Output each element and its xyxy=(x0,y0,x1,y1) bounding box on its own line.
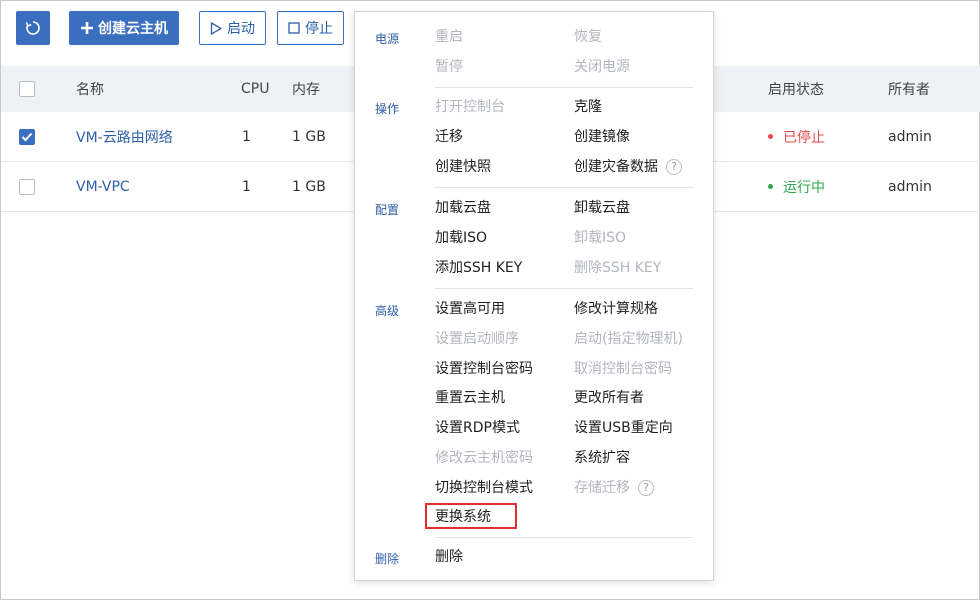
section-label-config: 配置 xyxy=(375,203,400,217)
start-button[interactable]: 启动 xyxy=(199,11,266,45)
menu-divider xyxy=(435,537,693,538)
menu-item-reboot[interactable]: 重启 xyxy=(435,28,463,46)
menu-item-power-off[interactable]: 关闭电源 xyxy=(574,58,630,76)
menu-item-create-image[interactable]: 创建镜像 xyxy=(574,128,630,146)
menu-item-clone[interactable]: 克隆 xyxy=(574,98,602,116)
menu-item-expand-root-volume[interactable]: 系统扩容 xyxy=(574,449,630,467)
menu-item-start-on-host[interactable]: 启动(指定物理机) xyxy=(574,330,683,348)
header-name[interactable]: 名称 xyxy=(76,66,104,112)
refresh-button[interactable] xyxy=(16,11,50,45)
status-badge: 运行中 xyxy=(768,162,825,211)
check-icon xyxy=(21,132,33,141)
menu-item-storage-migration[interactable]: 存储迁移 ? xyxy=(574,479,654,497)
status-dot-icon xyxy=(768,184,773,189)
section-label-delete: 删除 xyxy=(375,552,400,566)
menu-item-pause[interactable]: 暂停 xyxy=(435,58,463,76)
menu-item-create-dr-data-label: 创建灾备数据 xyxy=(574,159,658,175)
vm-name-link[interactable]: VM-云路由网络 xyxy=(76,112,173,161)
vm-memory: 1 GB xyxy=(292,178,326,195)
create-vm-button[interactable]: 创建云主机 xyxy=(69,11,179,45)
menu-item-delete[interactable]: 删除 xyxy=(435,548,463,566)
menu-item-set-ha[interactable]: 设置高可用 xyxy=(435,300,505,318)
menu-item-delete-ssh-key[interactable]: 删除SSH KEY xyxy=(574,259,661,277)
status-dot-icon xyxy=(768,134,773,139)
help-icon[interactable]: ? xyxy=(666,159,682,175)
row-checkbox[interactable] xyxy=(19,178,35,195)
start-label: 启动 xyxy=(227,21,255,37)
menu-item-detach-iso[interactable]: 卸载ISO xyxy=(574,229,626,247)
vm-owner: admin xyxy=(888,178,932,195)
menu-item-set-boot-order[interactable]: 设置启动顺序 xyxy=(435,330,519,348)
vm-cpu: 1 xyxy=(242,128,251,145)
menu-item-add-ssh-key[interactable]: 添加SSH KEY xyxy=(435,259,522,277)
window-frame: 创建云主机 启动 停止 名称 CPU 内存 启用状态 所有者 VM-云路由网络 … xyxy=(0,0,980,600)
vm-cpu: 1 xyxy=(242,178,251,195)
menu-item-create-snapshot[interactable]: 创建快照 xyxy=(435,158,491,176)
section-label-operations: 操作 xyxy=(375,102,400,116)
select-all-checkbox[interactable] xyxy=(19,81,35,97)
header-cpu[interactable]: CPU xyxy=(241,66,269,112)
vm-owner: admin xyxy=(888,128,932,145)
menu-item-reset-vm[interactable]: 重置云主机 xyxy=(435,389,505,407)
header-owner[interactable]: 所有者 xyxy=(888,66,930,112)
header-state[interactable]: 启用状态 xyxy=(768,66,824,112)
create-vm-label: 创建云主机 xyxy=(98,21,168,37)
vm-action-menu: 电源 重启 恢复 暂停 关闭电源 操作 打开控制台 克隆 迁移 创建镜像 创建快… xyxy=(354,11,714,581)
menu-item-migrate[interactable]: 迁移 xyxy=(435,128,463,146)
section-label-advanced: 高级 xyxy=(375,304,400,318)
menu-item-set-usb-redirect[interactable]: 设置USB重定向 xyxy=(574,419,673,437)
menu-item-change-vm-password[interactable]: 修改云主机密码 xyxy=(435,449,533,467)
stop-icon xyxy=(288,22,300,34)
menu-item-cancel-console-password[interactable]: 取消控制台密码 xyxy=(574,360,672,378)
help-icon[interactable]: ? xyxy=(638,480,654,496)
row-checkbox-checked[interactable] xyxy=(19,128,35,145)
stop-label: 停止 xyxy=(305,21,333,37)
menu-item-detach-volume[interactable]: 卸载云盘 xyxy=(574,199,630,217)
plus-icon xyxy=(81,22,93,34)
stop-button[interactable]: 停止 xyxy=(277,11,344,45)
menu-divider xyxy=(435,87,693,88)
menu-item-attach-iso[interactable]: 加载ISO xyxy=(435,229,487,247)
refresh-icon xyxy=(25,21,40,35)
play-icon xyxy=(210,21,222,35)
section-label-power: 电源 xyxy=(375,32,400,46)
status-text: 运行中 xyxy=(783,179,825,196)
menu-item-change-owner[interactable]: 更改所有者 xyxy=(574,389,644,407)
menu-item-create-dr-data[interactable]: 创建灾备数据 ? xyxy=(574,158,682,176)
menu-item-open-console[interactable]: 打开控制台 xyxy=(435,98,505,116)
vm-name-link[interactable]: VM-VPC xyxy=(76,162,130,211)
highlight-box xyxy=(425,503,517,529)
menu-item-set-rdp-mode[interactable]: 设置RDP模式 xyxy=(435,419,520,437)
status-badge: 已停止 xyxy=(768,112,825,161)
menu-item-set-console-password[interactable]: 设置控制台密码 xyxy=(435,360,533,378)
vm-memory: 1 GB xyxy=(292,128,326,145)
menu-item-switch-console-mode[interactable]: 切换控制台模式 xyxy=(435,479,533,497)
menu-divider xyxy=(435,288,693,289)
select-all-cell[interactable] xyxy=(19,66,35,112)
header-memory[interactable]: 内存 xyxy=(292,66,320,112)
status-text: 已停止 xyxy=(783,129,825,146)
menu-item-storage-migration-label: 存储迁移 xyxy=(574,480,630,496)
menu-item-attach-volume[interactable]: 加载云盘 xyxy=(435,199,491,217)
menu-item-resume[interactable]: 恢复 xyxy=(574,28,602,46)
menu-item-change-instance-offering[interactable]: 修改计算规格 xyxy=(574,300,658,318)
menu-divider xyxy=(435,187,693,188)
